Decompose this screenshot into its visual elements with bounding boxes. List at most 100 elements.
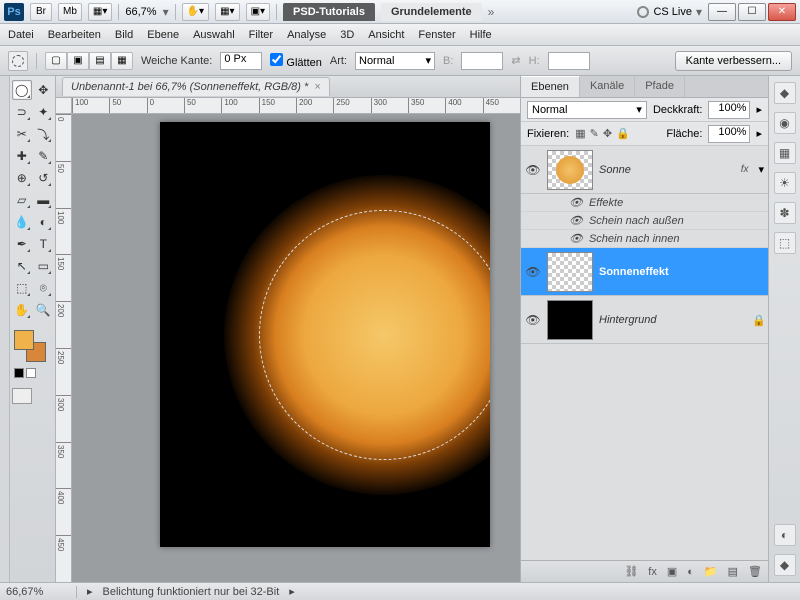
- layer-sonne[interactable]: 👁 Sonne fx ▾: [521, 146, 768, 194]
- visibility-toggle[interactable]: 👁: [569, 196, 583, 209]
- zoom-level[interactable]: 66,7%: [125, 6, 156, 18]
- tab-kanaele[interactable]: Kanäle: [580, 76, 635, 97]
- menu-fenster[interactable]: Fenster: [418, 29, 455, 41]
- visibility-toggle[interactable]: 👁: [569, 232, 583, 245]
- menu-bearbeiten[interactable]: Bearbeiten: [48, 29, 101, 41]
- layer-name[interactable]: Hintergrund: [599, 314, 746, 326]
- tab-pfade[interactable]: Pfade: [635, 76, 685, 97]
- document[interactable]: [160, 122, 490, 547]
- menu-filter[interactable]: Filter: [249, 29, 273, 41]
- dock-icon-history[interactable]: ◐: [774, 524, 796, 546]
- opacity-flyout-icon[interactable]: ▸: [756, 103, 762, 116]
- layer-thumbnail[interactable]: [547, 300, 593, 340]
- foreground-color-swatch[interactable]: [14, 330, 34, 350]
- dock-icon-swatches[interactable]: ◉: [774, 112, 796, 134]
- antialias-checkbox[interactable]: Glätten: [270, 53, 322, 69]
- dock-icon-channels[interactable]: ⬚: [774, 232, 796, 254]
- layer-name[interactable]: Sonne: [599, 164, 735, 176]
- fill-input[interactable]: 100%: [708, 125, 750, 143]
- menu-analyse[interactable]: Analyse: [287, 29, 326, 41]
- vertical-ruler[interactable]: 050100150200250300350400450: [56, 114, 72, 582]
- selection-add-button[interactable]: ▣: [67, 52, 89, 70]
- view-extras-button[interactable]: ▦▾: [88, 3, 112, 21]
- hand-tool[interactable]: ✋: [12, 300, 32, 320]
- feather-input[interactable]: 0 Px: [220, 52, 262, 70]
- link-layers-icon[interactable]: ⛓: [624, 565, 638, 578]
- document-tab[interactable]: Unbenannt-1 bei 66,7% (Sonneneffekt, RGB…: [62, 77, 330, 96]
- canvas[interactable]: [72, 114, 520, 582]
- status-flyout-icon-2[interactable]: ▸: [289, 585, 295, 598]
- menu-ebene[interactable]: Ebene: [147, 29, 179, 41]
- window-minimize-button[interactable]: —: [708, 3, 736, 21]
- bridge-button[interactable]: Br: [30, 3, 52, 21]
- minibridge-button[interactable]: Mb: [58, 3, 82, 21]
- screen-mode-button[interactable]: ▣▾: [246, 3, 270, 21]
- crop-tool[interactable]: ✂: [12, 124, 32, 144]
- fill-flyout-icon[interactable]: ▸: [756, 127, 762, 140]
- effect-inner-glow[interactable]: 👁Schein nach innen: [521, 230, 768, 248]
- delete-layer-icon[interactable]: 🗑: [748, 565, 762, 578]
- status-flyout-icon[interactable]: ▸: [87, 585, 93, 598]
- gradient-tool[interactable]: ▬: [34, 190, 54, 210]
- fx-collapse-icon[interactable]: ▾: [758, 163, 764, 176]
- fx-badge[interactable]: fx: [741, 164, 749, 175]
- workspace-tab-grund[interactable]: Grundelemente: [381, 3, 482, 21]
- selection-intersect-button[interactable]: ▦: [111, 52, 133, 70]
- cslive-dropdown-icon[interactable]: ▾: [696, 5, 702, 19]
- dock-icon-layers[interactable]: ◆: [774, 554, 796, 576]
- quick-mask-button[interactable]: [12, 388, 32, 404]
- arrange-docs-button[interactable]: ▦▾: [215, 3, 239, 21]
- tool-preset-icon[interactable]: [8, 51, 28, 71]
- menu-hilfe[interactable]: Hilfe: [470, 29, 492, 41]
- path-select-tool[interactable]: ↖: [12, 256, 32, 276]
- workspace-more-icon[interactable]: »: [488, 5, 495, 19]
- dock-icon-adjust[interactable]: ☀: [774, 172, 796, 194]
- 3d-tool[interactable]: ⬚: [12, 278, 32, 298]
- lasso-tool[interactable]: ⊃: [12, 102, 32, 122]
- new-layer-icon[interactable]: ▤: [728, 565, 738, 578]
- layer-name[interactable]: Sonneneffekt: [599, 266, 764, 278]
- horizontal-ruler[interactable]: 10050050100150200250300350400450: [72, 98, 520, 114]
- menu-datei[interactable]: Datei: [8, 29, 34, 41]
- dock-icon-color[interactable]: ◆: [774, 82, 796, 104]
- stamp-tool[interactable]: ⊕: [12, 168, 32, 188]
- workspace-tab-psd[interactable]: PSD-Tutorials: [283, 3, 375, 21]
- close-tab-icon[interactable]: ×: [314, 81, 320, 93]
- lock-transparency-icon[interactable]: ▦: [575, 127, 585, 140]
- refine-edge-button[interactable]: Kante verbessern...: [675, 51, 792, 71]
- layer-thumbnail[interactable]: [547, 150, 593, 190]
- cslive-label[interactable]: CS Live: [653, 6, 692, 18]
- layer-hintergrund[interactable]: 👁 Hintergrund 🔒: [521, 296, 768, 344]
- selection-new-button[interactable]: ▢: [45, 52, 67, 70]
- lock-all-icon[interactable]: 🔒: [616, 127, 630, 140]
- lock-pixels-icon[interactable]: ✎: [590, 127, 599, 140]
- eyedropper-tool[interactable]: ⤵: [34, 124, 54, 144]
- menu-bild[interactable]: Bild: [115, 29, 133, 41]
- swap-colors-icon[interactable]: [26, 368, 36, 378]
- status-zoom[interactable]: 66,67%: [6, 586, 66, 598]
- brush-tool[interactable]: ✎: [34, 146, 54, 166]
- dock-icon-masks[interactable]: ✽: [774, 202, 796, 224]
- opacity-input[interactable]: 100%: [708, 101, 750, 119]
- default-colors-icon[interactable]: [14, 368, 24, 378]
- selection-subtract-button[interactable]: ▤: [89, 52, 111, 70]
- 3dcam-tool[interactable]: ⌾: [34, 278, 54, 298]
- type-tool[interactable]: T: [34, 234, 54, 254]
- effects-group[interactable]: 👁Effekte: [521, 194, 768, 212]
- menu-auswahl[interactable]: Auswahl: [193, 29, 235, 41]
- visibility-toggle[interactable]: 👁: [525, 312, 541, 328]
- layer-sonneneffekt[interactable]: 👁 Sonneneffekt: [521, 248, 768, 296]
- healing-tool[interactable]: ✚: [12, 146, 32, 166]
- dock-icon-styles[interactable]: ▦: [774, 142, 796, 164]
- layer-thumbnail[interactable]: [547, 252, 593, 292]
- color-swatches[interactable]: [12, 328, 53, 380]
- eraser-tool[interactable]: ▱: [12, 190, 32, 210]
- layer-mask-icon[interactable]: ▣: [667, 565, 677, 578]
- move-tool[interactable]: ✥: [34, 80, 54, 100]
- visibility-toggle[interactable]: 👁: [525, 264, 541, 280]
- layer-group-icon[interactable]: 📁: [704, 565, 718, 578]
- adjustment-layer-icon[interactable]: ◐: [687, 566, 694, 578]
- window-close-button[interactable]: ✕: [768, 3, 796, 21]
- style-select[interactable]: Normal▾: [355, 52, 435, 70]
- visibility-toggle[interactable]: 👁: [525, 162, 541, 178]
